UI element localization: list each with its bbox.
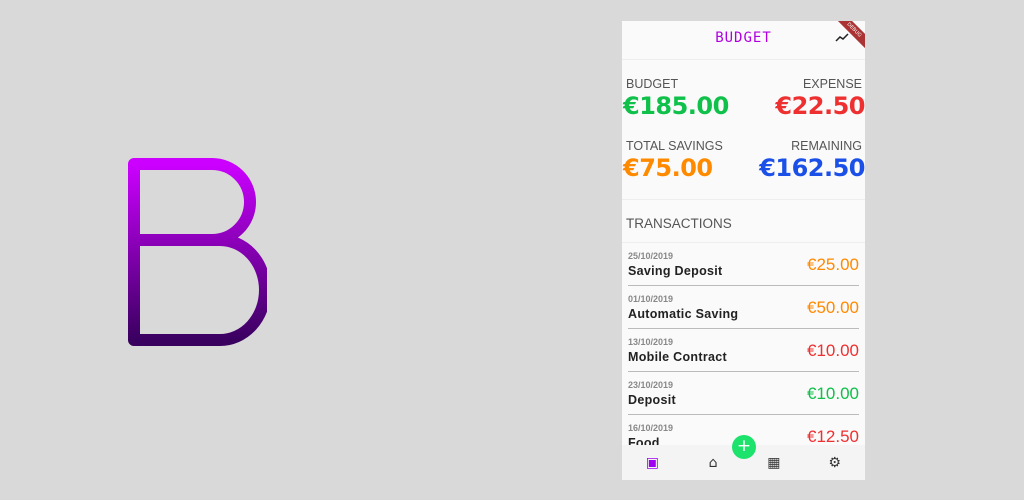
transaction-amount: €25.00 (807, 255, 859, 274)
add-transaction-button[interactable]: + (732, 435, 756, 459)
transaction-date: 23/10/2019 (628, 380, 674, 390)
transaction-date: 13/10/2019 (628, 337, 674, 347)
transaction-amount: €50.00 (807, 298, 859, 317)
calendar-icon[interactable]: ▦ (764, 455, 784, 471)
transaction-date: 01/10/2019 (628, 294, 674, 304)
home-icon[interactable]: ⌂ (703, 455, 723, 471)
app-bar: BUDGET DEBUG (622, 21, 865, 60)
summary-panel: BUDGET €185.00 EXPENSE €22.50 TOTAL SAVI… (622, 60, 865, 200)
expense-value: €22.50 (775, 92, 865, 120)
transaction-name: Mobile Contract (628, 350, 727, 364)
transaction-amount: €10.00 (807, 341, 859, 360)
transaction-name: Saving Deposit (628, 264, 723, 278)
transaction-date: 25/10/2019 (628, 251, 674, 261)
app-title: BUDGET (715, 30, 772, 46)
transaction-name: Deposit (628, 393, 676, 407)
transaction-row[interactable]: 01/10/2019 Automatic Saving €50.00 (628, 286, 859, 329)
transaction-row[interactable]: 23/10/2019 Deposit €10.00 (628, 372, 859, 415)
remaining-label: REMAINING (791, 139, 862, 153)
settings-icon[interactable]: ⚙ (825, 455, 845, 471)
transaction-date: 16/10/2019 (628, 423, 674, 433)
transaction-name: Automatic Saving (628, 307, 739, 321)
wallet-icon[interactable]: ▣ (642, 455, 662, 471)
trending-icon[interactable] (835, 31, 849, 43)
transactions-list[interactable]: 25/10/2019 Saving Deposit €25.00 01/10/20… (622, 243, 865, 458)
transactions-title: TRANSACTIONS (622, 200, 865, 243)
budget-label: BUDGET (626, 77, 679, 91)
expense-label: EXPENSE (802, 77, 862, 91)
baht-logo-icon (128, 142, 267, 358)
budget-value: €185.00 (623, 92, 729, 120)
savings-label: TOTAL SAVINGS (626, 139, 723, 153)
transaction-row[interactable]: 25/10/2019 Saving Deposit €25.00 (628, 243, 859, 286)
transaction-row[interactable]: 13/10/2019 Mobile Contract €10.00 (628, 329, 859, 372)
transaction-amount: €12.50 (807, 427, 859, 446)
remaining-value: €162.50 (759, 154, 865, 182)
phone-screen: BUDGET DEBUG BUDGET €185.00 EXPENSE €22.… (622, 21, 865, 480)
transaction-amount: €10.00 (807, 384, 859, 403)
savings-value: €75.00 (623, 154, 713, 182)
